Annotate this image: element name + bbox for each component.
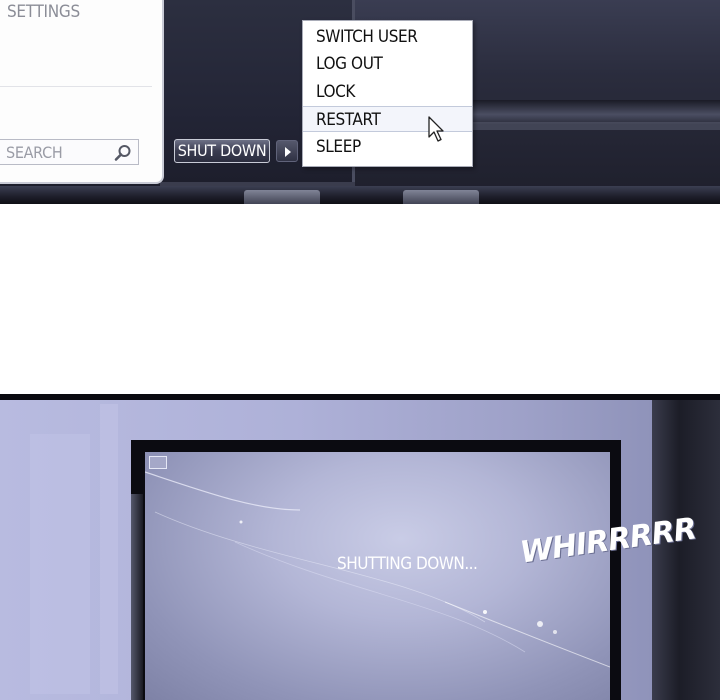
taskbar: [0, 186, 720, 204]
menu-item-lock[interactable]: LOCK: [303, 79, 472, 105]
shutdown-scene-panel: SHUTTING DOWN... WHIRRRRR: [0, 394, 720, 700]
menu-item-restart[interactable]: RESTART: [303, 106, 472, 132]
monitor-bezel-glare: [131, 494, 143, 700]
desktop-highlight: [470, 122, 720, 130]
shutdown-status-text: SHUTTING DOWN...: [337, 554, 478, 574]
wallpaper-swirls: [145, 471, 610, 668]
desktop-reflection: [470, 100, 720, 124]
taskbar-button[interactable]: [244, 190, 320, 204]
search-placeholder: SEARCH: [6, 143, 63, 162]
shut-down-button[interactable]: SHUT DOWN: [174, 139, 270, 163]
power-options-menu: SWITCH USER LOG OUT LOCK RESTART SLEEP: [302, 20, 473, 167]
search-icon[interactable]: [114, 144, 132, 162]
mouse-cursor-icon: [428, 116, 444, 142]
light-streak: [30, 434, 90, 694]
menu-item-switch-user[interactable]: SWITCH USER: [303, 24, 472, 50]
shut-down-options-button[interactable]: [276, 140, 298, 162]
menu-divider: [0, 86, 152, 87]
start-menu-left-pane: SETTINGS SEARCH: [0, 0, 164, 184]
start-menu-panel: SETTINGS SEARCH SHUT DOWN SWITCH USER LO…: [0, 0, 720, 204]
windows-logo-icon: [149, 456, 167, 469]
settings-item[interactable]: SETTINGS: [7, 2, 80, 22]
arrow-right-icon: [285, 147, 291, 157]
monitor-screen: SHUTTING DOWN...: [145, 452, 610, 700]
menu-item-log-out[interactable]: LOG OUT: [303, 51, 472, 77]
light-streak: [100, 404, 118, 694]
taskbar-button[interactable]: [403, 190, 479, 204]
search-input[interactable]: SEARCH: [0, 139, 139, 165]
menu-item-sleep[interactable]: SLEEP: [303, 134, 472, 160]
